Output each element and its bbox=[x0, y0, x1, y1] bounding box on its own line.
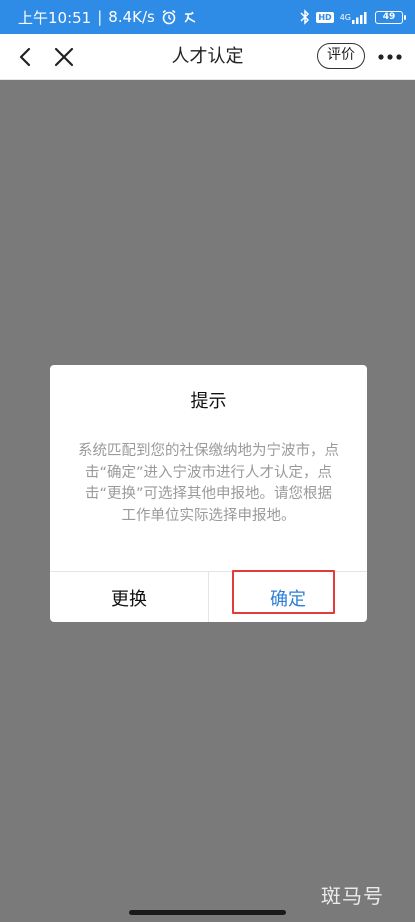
change-button-label: 更换 bbox=[111, 588, 147, 610]
dialog-footer: 更换 确定 bbox=[50, 570, 367, 622]
dialog-title: 提示 bbox=[190, 391, 227, 412]
battery-icon: 49 bbox=[375, 10, 406, 24]
bluetooth-icon bbox=[300, 9, 310, 25]
more-icon[interactable] bbox=[376, 44, 404, 70]
status-separator: | bbox=[97, 8, 103, 26]
change-button[interactable]: 更换 bbox=[50, 572, 209, 622]
dialog-message: 系统匹配到您的社保缴纳地为宁波市，点击“确定”进入宁波市进行人才认定，点击“更换… bbox=[78, 443, 339, 524]
signal-icon: 4G bbox=[340, 11, 369, 24]
notification-icon bbox=[183, 10, 197, 24]
rate-button[interactable]: 评价 bbox=[317, 43, 365, 69]
alarm-icon bbox=[161, 9, 177, 25]
close-icon[interactable] bbox=[50, 43, 78, 71]
status-time: 上午10:51 bbox=[18, 8, 92, 27]
network-speed: 8.4K/s bbox=[108, 8, 155, 26]
battery-level: 49 bbox=[382, 12, 396, 22]
network-type: 4G bbox=[339, 12, 351, 22]
home-indicator[interactable] bbox=[129, 910, 286, 915]
status-bar: 上午10:51 | 8.4K/s HD 4G 49 bbox=[0, 0, 415, 34]
back-icon[interactable] bbox=[12, 43, 40, 71]
nav-bar: 人才认定 评价 bbox=[0, 34, 415, 80]
highlight-box bbox=[232, 570, 335, 614]
confirm-dialog: 提示 系统匹配到您的社保缴纳地为宁波市，点击“确定”进入宁波市进行人才认定，点击… bbox=[50, 365, 367, 622]
watermark: 斑马号 bbox=[321, 884, 384, 908]
confirm-button[interactable]: 确定 bbox=[209, 570, 367, 622]
hd-icon: HD bbox=[316, 11, 334, 23]
